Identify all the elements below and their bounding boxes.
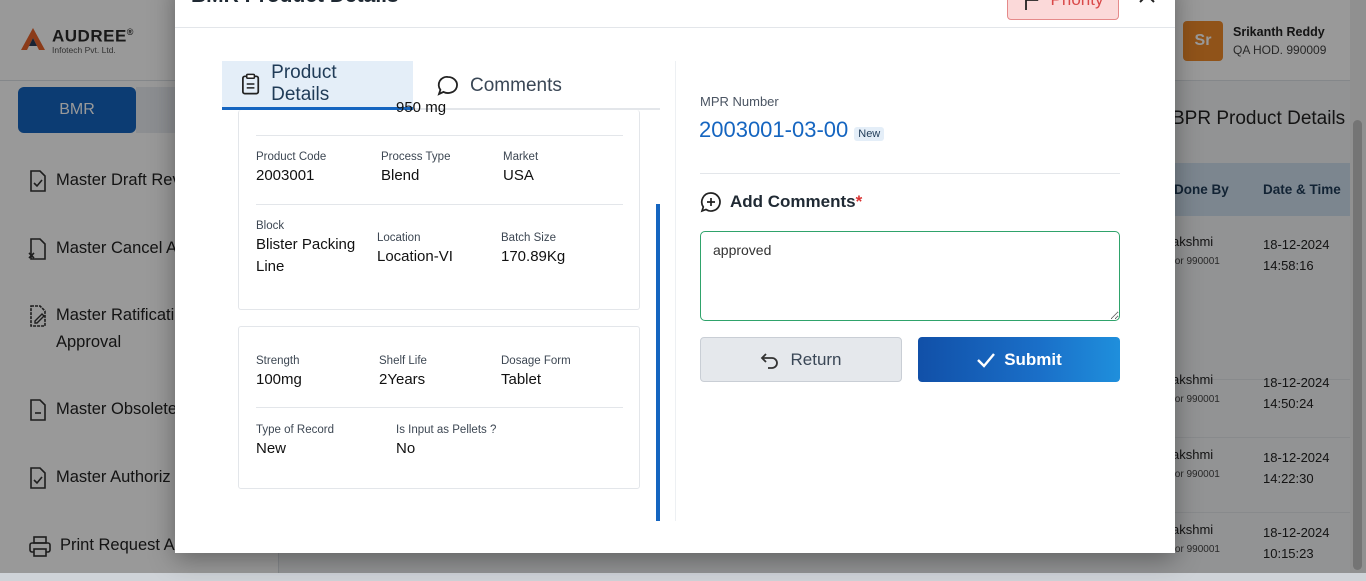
flag-icon: [1024, 0, 1039, 10]
priority-button[interactable]: Priority: [1007, 0, 1119, 20]
field-product-code: Product Code 2003001: [256, 151, 327, 184]
submit-button[interactable]: Submit: [918, 337, 1120, 382]
mpr-number-value: 2003001-03-00: [699, 117, 849, 142]
add-comment-icon: [700, 192, 721, 213]
clipped-field-value: 950 mg: [396, 99, 447, 116]
mpr-number-label: MPR Number: [700, 94, 779, 109]
modal-title: BMR Product Details: [191, 0, 399, 8]
close-icon: [1139, 0, 1155, 3]
field-location: Location Location-VI: [377, 232, 453, 265]
field-strength: Strength 100mg: [256, 355, 302, 388]
mpr-number: 2003001-03-00 New: [699, 117, 885, 143]
tab-label: Comments: [470, 74, 562, 96]
add-comments-heading: Add Comments*: [700, 191, 862, 213]
chat-bubble-icon: [437, 75, 458, 96]
close-button[interactable]: [1137, 0, 1157, 10]
add-comments-label: Add Comments: [730, 192, 856, 211]
submit-label: Submit: [1004, 349, 1062, 369]
field-block: Block Blister Packing Line: [256, 220, 356, 275]
product-info-card: 950 mg Product Code 2003001 Process Type…: [238, 99, 640, 310]
tab-label: Product Details: [271, 62, 337, 105]
bottom-strip: [0, 573, 1366, 581]
field-shelf-life: Shelf Life 2Years: [379, 355, 427, 388]
field-dosage-form: Dosage Form Tablet: [501, 355, 571, 388]
modal-header: BMR Product Details Priority: [175, 0, 1175, 28]
comment-textarea[interactable]: approved: [700, 231, 1120, 321]
status-badge: New: [854, 127, 885, 141]
field-input-as-pellets: Is Input as Pellets ? No: [396, 424, 497, 457]
field-batch-size: Batch Size 170.89Kg: [501, 232, 566, 265]
details-scroll-indicator[interactable]: [656, 204, 660, 521]
divider: [700, 173, 1120, 174]
checkmark-icon: [977, 352, 996, 368]
tab-product-details[interactable]: Product Details: [222, 61, 413, 110]
field-market: Market USA: [503, 151, 539, 184]
bmr-product-details-modal: BMR Product Details Priority Product Det…: [175, 0, 1175, 553]
divider: [256, 135, 623, 136]
field-process-type: Process Type Blend: [381, 151, 451, 184]
clipboard-icon: [242, 73, 260, 95]
product-attributes-card: Strength 100mg Shelf Life 2Years Dosage …: [238, 326, 640, 489]
return-label: Return: [790, 349, 842, 369]
comments-panel: MPR Number 2003001-03-00 New Add Comment…: [675, 61, 1143, 521]
required-asterisk: *: [855, 192, 863, 211]
priority-label: Priority: [1051, 0, 1104, 10]
undo-icon: [761, 352, 779, 369]
divider: [256, 204, 623, 205]
field-type-of-record: Type of Record New: [256, 424, 334, 457]
divider: [256, 407, 623, 408]
return-button[interactable]: Return: [700, 337, 902, 382]
